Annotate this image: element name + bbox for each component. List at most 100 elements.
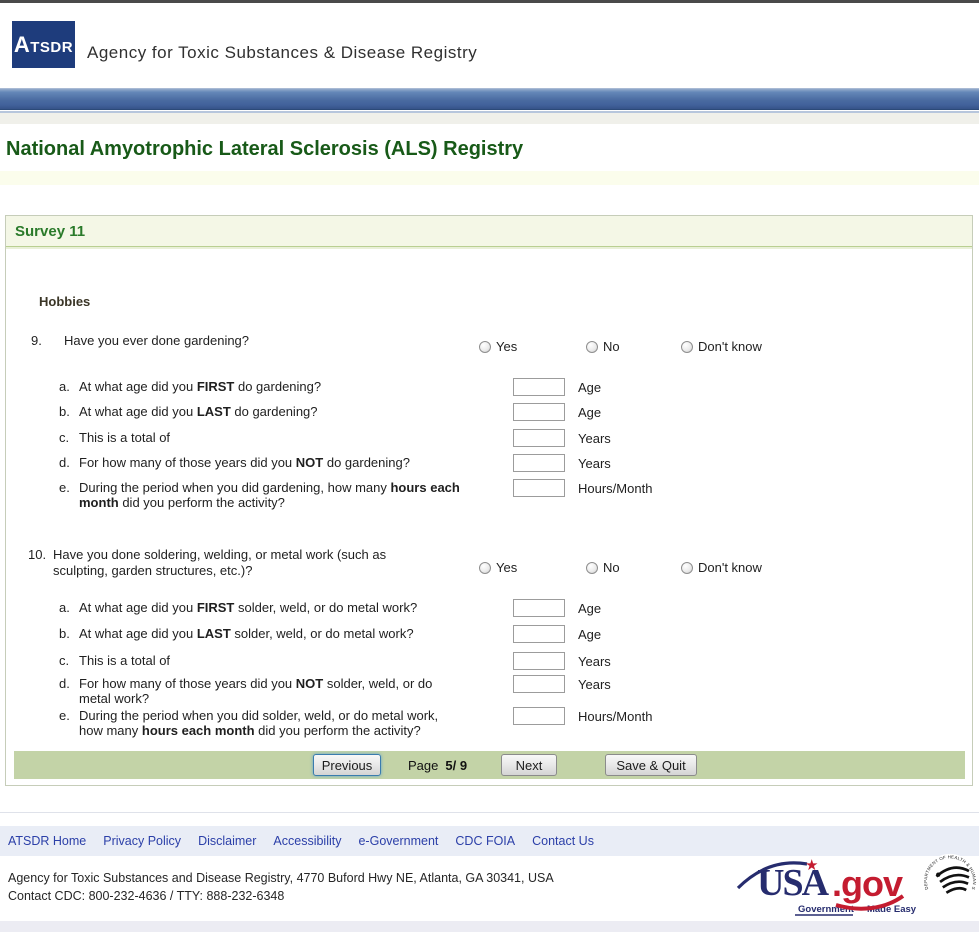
survey-header: Survey 11: [6, 216, 972, 247]
question-number: 9.: [31, 333, 42, 349]
subquestion-text: For how many of those years did you NOT …: [79, 676, 519, 706]
radio-option-label: No: [603, 339, 620, 354]
footer-address: Agency for Toxic Substances and Disease …: [8, 871, 554, 885]
masthead: ATSDR Agency for Toxic Substances & Dise…: [0, 3, 979, 88]
question-text: Have you done soldering, welding, or met…: [53, 547, 473, 579]
page-title: National Amyotrophic Lateral Sclerosis (…: [6, 138, 523, 161]
radio-option-q9-yes[interactable]: Yes: [479, 338, 517, 353]
subquestion-text: At what age did you LAST do gardening?: [79, 404, 519, 419]
radio-option-label: Yes: [496, 560, 517, 575]
radio-option-label: Yes: [496, 339, 517, 354]
subquestion-letter: e.: [59, 480, 70, 495]
answer-input-q10b[interactable]: [513, 625, 565, 643]
radio-option-label: No: [603, 560, 620, 575]
radio-option-q10-don-t-know[interactable]: Don't know: [681, 559, 762, 574]
radio-option-q9-don-t-know[interactable]: Don't know: [681, 338, 762, 353]
answer-input-q9d[interactable]: [513, 454, 565, 472]
footer-link-cdc-foia[interactable]: CDC FOIA: [455, 834, 515, 848]
subquestion-letter: a.: [59, 379, 70, 394]
subquestion-text: During the period when you did gardening…: [79, 480, 519, 510]
subquestion-letter: b.: [59, 626, 70, 641]
subquestion-letter: e.: [59, 708, 70, 723]
next-button[interactable]: Next: [501, 754, 557, 776]
page-indicator-value: 5/ 9: [445, 758, 467, 773]
answer-input-q10a[interactable]: [513, 599, 565, 617]
atsdr-logo[interactable]: ATSDR: [12, 21, 75, 68]
survey-title: Survey 11: [15, 223, 85, 240]
subquestion-text: At what age did you FIRST solder, weld, …: [79, 600, 519, 615]
usagov-tagline-right: Made Easy: [867, 904, 916, 915]
answer-unit-label: Age: [578, 601, 601, 616]
usagov-tagline: Government Made Easy: [798, 904, 916, 915]
question-text: Have you ever done gardening?: [64, 333, 484, 349]
answer-unit-label: Age: [578, 405, 601, 420]
pager-bar: Previous Page 5/ 9 Next Save & Quit: [14, 751, 965, 779]
page-indicator: Page 5/ 9: [408, 758, 467, 773]
agency-name: Agency for Toxic Substances & Disease Re…: [87, 43, 477, 63]
bottom-strip: [0, 921, 979, 932]
atsdr-logo-text: ATSDR: [14, 32, 73, 58]
answer-unit-label: Age: [578, 380, 601, 395]
usagov-tagline-left: Government: [798, 904, 854, 915]
radio-button-icon[interactable]: [479, 562, 491, 574]
radio-button-icon[interactable]: [479, 341, 491, 353]
subquestion-letter: d.: [59, 455, 70, 470]
footer-link-atsdr-home[interactable]: ATSDR Home: [8, 834, 86, 848]
answer-input-q10d[interactable]: [513, 675, 565, 693]
answer-unit-label: Years: [578, 654, 611, 669]
subquestion-text: This is a total of: [79, 653, 519, 668]
answer-unit-label: Hours/Month: [578, 709, 652, 724]
survey-panel: Survey 11 Hobbies Previous Page 5/ 9 Next…: [5, 215, 973, 786]
answer-input-q10c[interactable]: [513, 652, 565, 670]
answer-input-q9b[interactable]: [513, 403, 565, 421]
answer-unit-label: Years: [578, 456, 611, 471]
answer-input-q10e[interactable]: [513, 707, 565, 725]
subquestion-text: For how many of those years did you NOT …: [79, 455, 519, 470]
footer-link-disclaimer[interactable]: Disclaimer: [198, 834, 256, 848]
radio-option-q9-no[interactable]: No: [586, 338, 620, 353]
footer-links-bar: ATSDR Home Privacy Policy Disclaimer Access…: [0, 826, 979, 856]
answer-input-q9e[interactable]: [513, 479, 565, 497]
answer-unit-label: Hours/Month: [578, 481, 652, 496]
subquestion-text: At what age did you LAST solder, weld, o…: [79, 626, 519, 641]
answer-input-q9a[interactable]: [513, 378, 565, 396]
radio-option-q10-yes[interactable]: Yes: [479, 559, 517, 574]
radio-button-icon[interactable]: [681, 562, 693, 574]
radio-button-icon[interactable]: [586, 341, 598, 353]
question-number: 10.: [28, 547, 46, 563]
footer-link-contact-us[interactable]: Contact Us: [532, 834, 594, 848]
footer-link-e-government[interactable]: e-Government: [358, 834, 438, 848]
subquestion-letter: c.: [59, 653, 69, 668]
page-indicator-prefix: Page: [408, 758, 438, 773]
nav-sub-strip: [0, 113, 979, 124]
answer-unit-label: Years: [578, 431, 611, 446]
usagov-gov-text: .gov: [832, 866, 902, 902]
subquestion-text: This is a total of: [79, 430, 519, 445]
subquestion-text: During the period when you did solder, w…: [79, 708, 519, 738]
subquestion-letter: a.: [59, 600, 70, 615]
subquestion-letter: b.: [59, 404, 70, 419]
hhs-seal-icon: DEPARTMENT OF HEALTH & HUMAN SERVICES · …: [922, 853, 978, 909]
subquestion-letter: d.: [59, 676, 70, 691]
radio-option-q10-no[interactable]: No: [586, 559, 620, 574]
footer-link-privacy-policy[interactable]: Privacy Policy: [103, 834, 181, 848]
subquestion-letter: c.: [59, 430, 69, 445]
radio-option-label: Don't know: [698, 339, 762, 354]
radio-option-label: Don't know: [698, 560, 762, 575]
usagov-logo[interactable]: USA.gov Government Made Easy ★: [735, 854, 930, 918]
footer-link-accessibility[interactable]: Accessibility: [273, 834, 341, 848]
answer-input-q9c[interactable]: [513, 429, 565, 447]
answer-unit-label: Age: [578, 627, 601, 642]
usagov-usa-text: USA: [757, 864, 827, 902]
footer-contact: Contact CDC: 800-232-4636 / TTY: 888-232…: [8, 889, 284, 903]
save-and-quit-button[interactable]: Save & Quit: [605, 754, 697, 776]
answer-unit-label: Years: [578, 677, 611, 692]
section-heading: Hobbies: [39, 294, 90, 309]
primary-nav-bar: [0, 88, 979, 110]
subquestion-text: At what age did you FIRST do gardening?: [79, 379, 519, 394]
title-band: [0, 171, 979, 185]
radio-button-icon[interactable]: [681, 341, 693, 353]
previous-button[interactable]: Previous: [313, 754, 381, 776]
radio-button-icon[interactable]: [586, 562, 598, 574]
footer-divider: [0, 812, 979, 813]
